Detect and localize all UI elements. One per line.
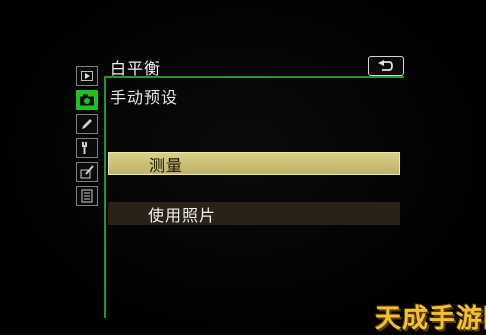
option-measure[interactable]: 测量 (108, 152, 400, 175)
return-arrow-icon (377, 57, 395, 76)
tab-custom-settings[interactable] (76, 114, 98, 134)
retouch-icon (80, 165, 94, 179)
wrench-icon (80, 141, 94, 155)
pencil-icon (80, 117, 94, 131)
tab-playback[interactable] (76, 66, 98, 86)
menu-subtitle: 手动预设 (110, 88, 179, 107)
tab-retouch[interactable] (76, 162, 98, 182)
back-button[interactable] (368, 56, 404, 76)
list-icon (81, 189, 93, 203)
play-icon (81, 71, 93, 81)
option-label: 使用照片 (148, 205, 217, 225)
tab-my-menu[interactable] (76, 186, 98, 206)
menu-frame-vertical-line (104, 78, 106, 318)
option-label: 测量 (149, 155, 184, 175)
camera-menu-screen: 白平衡 手动预设 测量 使用照片 天成手游网 (0, 0, 486, 334)
camera-icon (79, 94, 95, 106)
option-use-photo[interactable]: 使用照片 (108, 202, 400, 225)
tab-shooting[interactable] (76, 90, 98, 110)
watermark-logo: 天成手游网 (375, 304, 486, 334)
tab-setup[interactable] (76, 138, 98, 158)
menu-title: 白平衡 (110, 59, 162, 78)
